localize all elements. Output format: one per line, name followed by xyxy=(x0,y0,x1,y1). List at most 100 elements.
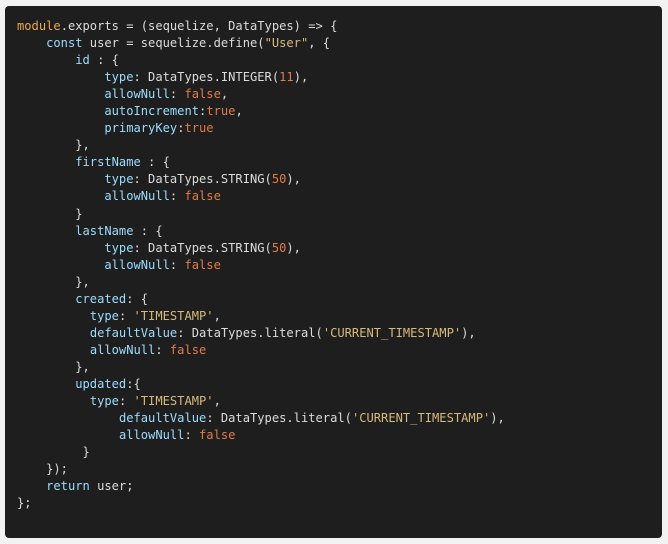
code-token: allowNull xyxy=(104,189,170,204)
code-token: ), xyxy=(286,172,301,187)
code-token: : xyxy=(169,189,185,204)
code-line: allowNull: false xyxy=(17,188,505,205)
code-token: : DataTypes.literal( xyxy=(177,325,323,340)
code-token: true xyxy=(206,104,236,119)
code-token: : DataTypes.INTEGER( xyxy=(133,70,280,85)
code-token: } xyxy=(17,445,90,460)
code-line: const user = sequelize.define("User", { xyxy=(17,35,505,52)
code-line: created: { xyxy=(17,291,505,308)
code-line: type: DataTypes.STRING(50), xyxy=(17,240,505,257)
code-token: ), xyxy=(286,240,301,255)
code-line: updated:{ xyxy=(17,376,505,393)
code-token: ), xyxy=(293,70,309,85)
code-token: }); xyxy=(17,462,68,477)
code-token: : { xyxy=(89,53,119,68)
code-token: type xyxy=(89,308,119,323)
code-block[interactable]: module.exports = (sequelize, DataTypes) … xyxy=(17,18,505,512)
code-token: : xyxy=(155,342,170,357)
code-line: allowNull: false xyxy=(17,427,505,444)
code-token: false xyxy=(184,257,221,272)
code-token: ), xyxy=(461,325,476,340)
code-token: false xyxy=(169,342,207,357)
code-token: , { xyxy=(308,36,331,51)
code-line: defaultValue: DataTypes.literal('CURRENT… xyxy=(17,410,505,427)
code-token: 50 xyxy=(271,172,287,187)
code-token: const xyxy=(46,36,83,51)
code-token: , xyxy=(235,104,243,119)
code-token: }, xyxy=(17,138,90,153)
code-token: allowNull xyxy=(89,342,156,357)
code-token: : DataTypes.STRING( xyxy=(133,172,272,187)
code-token: : { xyxy=(140,155,170,170)
code-token: defaultValue xyxy=(118,411,207,426)
code-token: }; xyxy=(17,496,32,511)
code-line: type: DataTypes.INTEGER(11), xyxy=(17,69,505,86)
code-token: allowNull xyxy=(118,428,185,443)
code-token: , xyxy=(213,308,221,323)
code-line: primaryKey:true xyxy=(17,120,505,137)
code-token: : { xyxy=(126,291,149,306)
code-token: id xyxy=(75,53,90,68)
code-token: allowNull xyxy=(104,87,170,102)
code-token: type xyxy=(89,394,119,409)
code-token: :{ xyxy=(126,376,141,391)
code-token: }, xyxy=(17,359,90,374)
code-token: , xyxy=(220,87,229,102)
code-token: user; xyxy=(89,479,134,494)
code-line: }, xyxy=(17,137,505,154)
code-token: : xyxy=(169,87,185,102)
code-token: : xyxy=(184,428,200,443)
code-token: : xyxy=(169,257,185,272)
code-token: false xyxy=(199,428,236,443)
code-block-panel: module.exports = (sequelize, DataTypes) … xyxy=(5,6,662,538)
code-token: module xyxy=(17,19,61,33)
code-line: type: 'TIMESTAMP', xyxy=(17,308,505,325)
code-token: : DataTypes.literal( xyxy=(206,411,352,426)
code-token: .exports = (sequelize, DataTypes) => { xyxy=(60,19,338,33)
code-token: type xyxy=(104,240,134,255)
code-token: 'TIMESTAMP' xyxy=(133,394,214,409)
code-token: 50 xyxy=(271,240,287,255)
code-token: primaryKey xyxy=(104,121,178,136)
code-token: false xyxy=(184,87,221,102)
code-line: defaultValue: DataTypes.literal('CURRENT… xyxy=(17,325,505,342)
code-token: 'CURRENT_TIMESTAMP' xyxy=(351,411,491,426)
code-token: type xyxy=(104,70,134,85)
code-line: return user; xyxy=(17,478,505,495)
code-token: : xyxy=(118,308,134,323)
code-line: lastName : { xyxy=(17,223,505,240)
code-token: ), xyxy=(490,411,505,426)
code-token: type xyxy=(104,172,134,187)
code-line: id : { xyxy=(17,52,505,69)
code-token: true xyxy=(184,121,214,136)
code-token: : DataTypes.STRING( xyxy=(133,240,272,255)
code-token: lastName xyxy=(75,223,134,238)
code-line: allowNull: false xyxy=(17,257,505,274)
code-token: : xyxy=(118,394,134,409)
code-line: }); xyxy=(17,461,505,478)
code-line: type: DataTypes.STRING(50), xyxy=(17,171,505,188)
code-line: } xyxy=(17,206,505,223)
code-token: autoIncrement xyxy=(104,104,200,119)
code-line: }; xyxy=(17,495,505,512)
code-token: : { xyxy=(133,223,163,238)
code-line: module.exports = (sequelize, DataTypes) … xyxy=(17,18,505,35)
code-token: created xyxy=(75,291,127,306)
code-token: defaultValue xyxy=(89,325,178,340)
